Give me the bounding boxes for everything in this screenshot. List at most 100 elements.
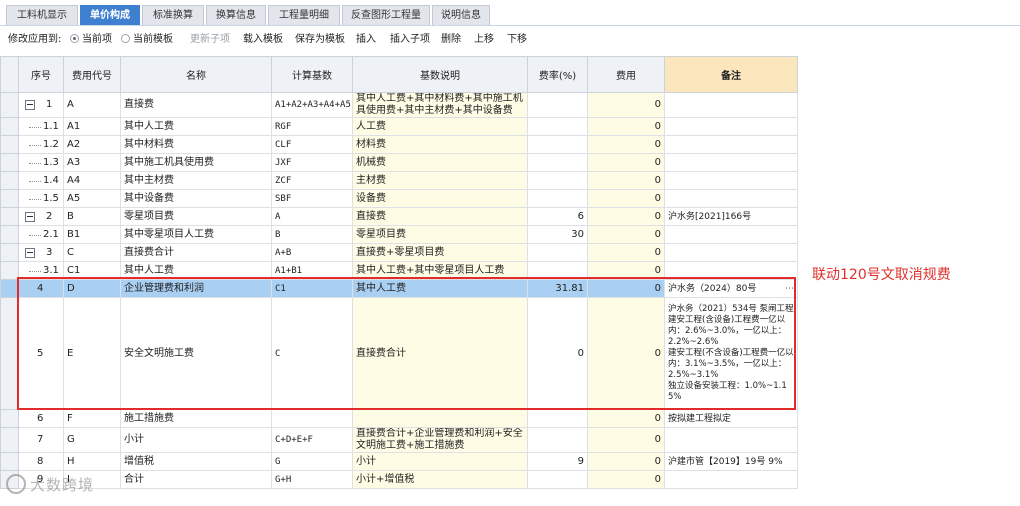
cell-fee[interactable]: 0 [587,297,665,410]
cell-code[interactable]: C [63,243,121,262]
row-header[interactable] [0,92,19,118]
table-row[interactable]: 8 H 增值税 G 小计 9 0 沪建市管【2019】19号 9% [0,452,798,471]
cell-name[interactable]: 其中材料费 [120,135,272,154]
row-header[interactable] [0,452,19,471]
table-row[interactable]: 1.2 A2 其中材料费 CLF 材料费 0 [0,135,798,154]
cell-note[interactable]: 沪建市管【2019】19号 9% [664,452,798,471]
table-row[interactable]: 9 I 合计 G+H 小计+增值税 0 [0,470,798,489]
cell-base[interactable]: ZCF [271,171,353,190]
cell-seq[interactable]: 2.1 [18,225,64,244]
cell-base[interactable]: C [271,297,353,410]
cell-rate[interactable]: 6 [527,207,588,226]
cell-base-desc[interactable]: 机械费 [352,153,528,172]
row-header[interactable] [0,135,19,154]
cell-base-desc[interactable]: 小计 [352,452,528,471]
cell-code[interactable]: H [63,452,121,471]
collapse-toggle-icon[interactable] [25,100,35,110]
table-row[interactable]: 2 B 零星项目费 A 直接费 6 0 沪水务[2021]166号 [0,207,798,226]
cell-note[interactable] [664,225,798,244]
cell-name[interactable]: 直接费 [120,92,272,118]
cell-base-desc[interactable]: 材料费 [352,135,528,154]
cell-fee[interactable]: 0 [587,189,665,208]
row-header[interactable] [0,207,19,226]
table-row[interactable]: 1.5 A5 其中设备费 SBF 设备费 0 [0,189,798,208]
cell-note[interactable] [664,261,798,280]
cell-seq[interactable]: 7 [18,427,64,453]
col-header-seq[interactable]: 序号 [18,56,64,93]
cell-base[interactable]: B [271,225,353,244]
cell-note[interactable] [664,470,798,489]
cell-base[interactable]: G [271,452,353,471]
tab-standard-convert[interactable]: 标准换算 [142,5,204,25]
cell-name[interactable]: 其中主材费 [120,171,272,190]
cell-fee[interactable]: 0 [587,261,665,280]
table-row[interactable]: 2.1 B1 其中零星项目人工费 B 零星项目费 30 0 [0,225,798,244]
row-header[interactable] [0,225,19,244]
row-header[interactable] [0,153,19,172]
cell-base[interactable]: C+D+E+F [271,427,353,453]
cell-rate[interactable]: 0 [527,297,588,410]
collapse-toggle-icon[interactable] [25,211,35,222]
cell-note[interactable] [664,92,798,118]
load-template-button[interactable]: 载入模板 [243,33,283,47]
cell-note[interactable] [664,117,798,136]
tab-material-machine[interactable]: 工料机显示 [6,5,78,25]
update-sub-button[interactable]: 更新子项 [190,33,230,47]
cell-rate[interactable] [527,261,588,280]
cell-name[interactable]: 其中施工机具使用费 [120,153,272,172]
cell-base-desc[interactable]: 直接费合计+企业管理费和利润+安全文明施工费+施工措施费 [352,427,528,453]
tab-unit-price[interactable]: 单价构成 [80,5,140,25]
cell-rate[interactable] [527,189,588,208]
cell-code[interactable]: A4 [63,171,121,190]
insert-child-button[interactable]: 插入子项 [390,33,430,47]
cell-rate[interactable]: 9 [527,452,588,471]
collapse-toggle-icon[interactable] [25,247,35,258]
cell-base[interactable]: G+H [271,470,353,489]
table-row[interactable]: 3.1 C1 其中人工费 A1+B1 其中人工费+其中零星项目人工费 0 [0,261,798,280]
cell-rate[interactable] [527,92,588,118]
cell-seq[interactable]: 8 [18,452,64,471]
tab-quantity-detail[interactable]: 工程量明细 [268,5,340,25]
cell-base[interactable]: SBF [271,189,353,208]
delete-button[interactable]: 删除 [441,33,461,47]
row-header[interactable] [0,297,19,410]
cell-seq[interactable]: 5 [18,297,64,410]
cell-fee[interactable]: 0 [587,243,665,262]
cell-rate[interactable] [527,135,588,154]
cell-fee[interactable]: 0 [587,452,665,471]
cell-code[interactable]: C1 [63,261,121,280]
row-header[interactable] [0,243,19,262]
row-header[interactable] [0,279,19,298]
table-row[interactable]: 7 G 小计 C+D+E+F 直接费合计+企业管理费和利润+安全文明施工费+施工措施费 0 [0,427,798,453]
cell-base-desc[interactable]: 设备费 [352,189,528,208]
cell-base-desc[interactable]: 小计+增值税 [352,470,528,489]
cell-base[interactable]: CLF [271,135,353,154]
cell-name[interactable]: 施工措施费 [120,409,272,428]
cell-seq[interactable]: 1.3 [18,153,64,172]
cell-note[interactable] [664,427,798,453]
cell-seq[interactable]: 2 [18,207,64,226]
row-header[interactable] [0,189,19,208]
cell-note[interactable]: 沪水务（2021）534号 泵闸工程 建安工程(含设备)工程费一亿以内：2.6%… [664,297,798,410]
row-header[interactable] [0,117,19,136]
cell-seq[interactable]: 4 [18,279,64,298]
cell-fee[interactable]: 0 [587,92,665,118]
cell-seq[interactable]: 3.1 [18,261,64,280]
cell-name[interactable]: 其中零星项目人工费 [120,225,272,244]
move-up-button[interactable]: 上移 [474,33,494,47]
cell-seq[interactable]: 1.5 [18,189,64,208]
cell-code[interactable]: A3 [63,153,121,172]
cell-code[interactable]: B [63,207,121,226]
cell-base-desc[interactable]: 直接费+零星项目费 [352,243,528,262]
col-header-base[interactable]: 计算基数 [271,56,353,93]
cell-base-desc[interactable]: 零星项目费 [352,225,528,244]
cell-fee[interactable]: 0 [587,225,665,244]
cell-base[interactable]: RGF [271,117,353,136]
cell-fee[interactable]: 0 [587,427,665,453]
cell-seq[interactable]: 1.2 [18,135,64,154]
cell-seq[interactable]: 1.1 [18,117,64,136]
cell-note[interactable]: 按拟建工程拟定 [664,409,798,428]
move-down-button[interactable]: 下移 [507,33,527,47]
table-row[interactable]: 1.1 A1 其中人工费 RGF 人工费 0 [0,117,798,136]
cell-base[interactable]: A [271,207,353,226]
